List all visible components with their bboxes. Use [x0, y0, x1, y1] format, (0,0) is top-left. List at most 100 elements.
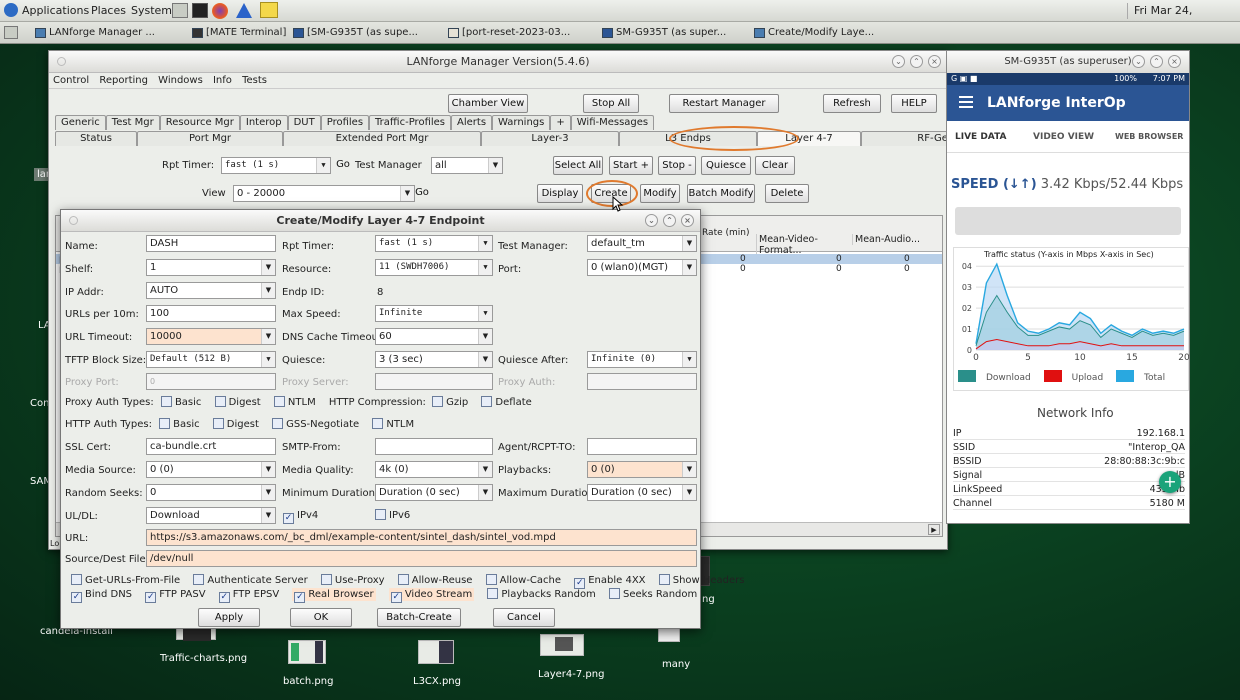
places-menu[interactable]: Places — [91, 3, 126, 19]
ul-dl-select[interactable]: Download ▼ — [146, 507, 276, 524]
minimize-icon[interactable]: ⌄ — [645, 214, 658, 227]
maximize-icon[interactable]: ⌃ — [910, 55, 923, 68]
notes-launcher-icon[interactable] — [260, 2, 278, 18]
checkbox-icon[interactable] — [481, 396, 493, 407]
terminal-launcher-icon[interactable] — [192, 3, 208, 18]
dropdown-arrow-icon[interactable]: ▼ — [682, 352, 696, 367]
display-button[interactable]: Display — [537, 184, 583, 203]
checkbox-icon[interactable] — [372, 418, 384, 429]
dropdown-arrow-icon[interactable]: ▼ — [261, 508, 275, 523]
checkbox-icon[interactable] — [193, 574, 205, 585]
taskbar-item-sm-g935t-1[interactable]: [SM-G935T (as supe... — [291, 25, 441, 41]
ftp-epsv-checkbox[interactable]: ✓ FTP EPSV — [218, 589, 279, 603]
desktop-icon-traffic-charts[interactable]: Traffic-charts.png — [160, 653, 247, 664]
playbacks-select[interactable]: 0 (0) ▼ — [587, 461, 697, 478]
url-timeout-select[interactable]: 10000 ▼ — [146, 328, 276, 345]
http-auth-digest-checkbox[interactable]: Digest — [212, 418, 259, 430]
url-input[interactable]: https://s3.amazonaws.com/_bc_dml/example… — [146, 529, 697, 546]
stop-button[interactable]: Stop - — [658, 156, 696, 175]
tab-warnings[interactable]: Warnings — [492, 115, 551, 130]
tab-alerts[interactable]: Alerts — [451, 115, 493, 130]
test-manager-select[interactable]: default_tm ▼ — [587, 235, 697, 252]
deflate-checkbox[interactable]: Deflate — [481, 396, 532, 408]
help-button[interactable]: HELP — [891, 94, 937, 113]
use-proxy-checkbox[interactable]: Use-Proxy — [320, 574, 385, 586]
fab-add-icon[interactable]: + — [1159, 471, 1181, 493]
resource-select[interactable]: 11 (SWDH7006) ▼ — [375, 259, 493, 276]
proxy-port-input[interactable]: 0 — [146, 373, 276, 390]
desktop-icon-layer4-7-thumb[interactable] — [540, 634, 584, 656]
close-icon[interactable]: × — [928, 55, 941, 68]
maximize-icon[interactable]: ⌃ — [663, 214, 676, 227]
start-button[interactable]: Start + — [609, 156, 653, 175]
proxy-server-input[interactable] — [375, 373, 493, 390]
dropdown-arrow-icon[interactable]: ▼ — [478, 462, 492, 477]
create-button[interactable]: Create — [591, 184, 631, 203]
quiesce-select[interactable]: 3 (3 sec) ▼ — [375, 351, 493, 368]
test-manager-select[interactable]: all ▼ — [431, 157, 503, 174]
allow-reuse-checkbox[interactable]: Allow-Reuse — [397, 574, 472, 586]
minimum-duration-select[interactable]: Duration (0 sec) ▼ — [375, 484, 493, 501]
name-input[interactable]: DASH — [146, 235, 276, 252]
taskbar-item-sm-g935t-2[interactable]: SM-G935T (as super... — [600, 25, 750, 41]
taskbar-item-terminal[interactable]: [MATE Terminal] — [190, 25, 286, 41]
video-stream-checkbox[interactable]: ✓ Video Stream — [388, 588, 475, 603]
ip-addr-select[interactable]: AUTO ▼ — [146, 282, 276, 299]
desktop-icon-layer4-7[interactable]: Layer4-7.png — [538, 669, 604, 680]
tab-l3-endps[interactable]: L3 Endps — [619, 131, 757, 146]
get-urls-from-file-checkbox[interactable]: Get-URLs-From-File — [71, 574, 180, 586]
desktop-icon-l3cx[interactable]: L3CX.png — [413, 676, 461, 687]
maximize-icon[interactable]: ⌃ — [1150, 55, 1163, 68]
app-launcher-icon[interactable] — [236, 3, 252, 18]
tab-wifi-messages[interactable]: Wifi-Messages — [570, 115, 655, 130]
restart-manager-button[interactable]: Restart Manager — [669, 94, 779, 113]
dns-cache-timeout-select[interactable]: 60 ▼ — [375, 328, 493, 345]
dropdown-arrow-icon[interactable]: ▼ — [682, 485, 696, 500]
tftp-block-size-select[interactable]: Default (512 B) ▼ — [146, 351, 276, 368]
desktop-icon-many[interactable]: many — [662, 659, 690, 670]
dropdown-arrow-icon[interactable]: ▼ — [478, 352, 492, 367]
port-select[interactable]: 0 (wlan0)(MGT) ▼ — [587, 259, 697, 276]
checkbox-icon[interactable] — [273, 396, 285, 407]
proxy-auth-input[interactable] — [587, 373, 697, 390]
show-desktop-icon[interactable] — [4, 26, 18, 39]
checkbox-checked-icon[interactable]: ✓ — [145, 592, 157, 603]
close-icon[interactable]: × — [681, 214, 694, 227]
minimize-icon[interactable]: ⌄ — [1132, 55, 1145, 68]
http-auth-basic-checkbox[interactable]: Basic — [159, 418, 200, 430]
checkbox-checked-icon[interactable]: ✓ — [294, 592, 306, 603]
bind-dns-checkbox[interactable]: ✓ Bind DNS — [71, 589, 132, 603]
dropdown-arrow-icon[interactable]: ▼ — [682, 236, 696, 251]
tab-test-mgr[interactable]: Test Mgr — [105, 115, 160, 130]
column-header-mean-audio[interactable]: Mean-Audio... — [852, 234, 944, 245]
playbacks-random-checkbox[interactable]: Playbacks Random — [487, 588, 596, 600]
agent-rcpt-to-input[interactable] — [587, 438, 697, 455]
checkbox-icon[interactable] — [160, 396, 172, 407]
desktop-icon-batch-thumb[interactable] — [288, 640, 326, 664]
tab-interop[interactable]: Interop — [239, 115, 288, 130]
refresh-button[interactable]: Refresh — [823, 94, 881, 113]
dropdown-arrow-icon[interactable]: ▼ — [478, 306, 492, 321]
dropdown-arrow-icon[interactable]: ▼ — [478, 260, 492, 275]
tab-video-view[interactable]: VIDEO VIEW — [1033, 132, 1094, 142]
view-select[interactable]: 0 - 20000 ▼ — [233, 185, 415, 202]
close-icon[interactable]: × — [1168, 55, 1181, 68]
checkbox-icon[interactable] — [485, 574, 497, 585]
checkbox-icon[interactable] — [272, 418, 284, 429]
column-header-rate[interactable]: Rate (min) — [702, 228, 754, 239]
checkbox-icon[interactable] — [487, 588, 499, 599]
minimize-icon[interactable]: ⌄ — [892, 55, 905, 68]
modify-button[interactable]: Modify — [640, 184, 680, 203]
checkbox-icon[interactable] — [212, 418, 224, 429]
dropdown-arrow-icon[interactable]: ▼ — [316, 158, 330, 173]
desktop-icon-l3cx-thumb[interactable] — [418, 640, 454, 664]
menu-windows[interactable]: Windows — [158, 75, 203, 86]
tab-layer-3[interactable]: Layer-3 — [481, 131, 619, 146]
scroll-right-icon[interactable]: ▶ — [928, 524, 940, 535]
column-header-mean-video-format[interactable]: Mean-Video-Format... — [756, 234, 852, 256]
maximum-duration-select[interactable]: Duration (0 sec) ▼ — [587, 484, 697, 501]
show-headers-checkbox[interactable]: Show Headers — [658, 574, 745, 586]
proxy-auth-basic-checkbox[interactable]: Basic — [160, 396, 201, 408]
checkbox-icon[interactable] — [71, 574, 82, 585]
shelf-select[interactable]: 1 ▼ — [146, 259, 276, 276]
